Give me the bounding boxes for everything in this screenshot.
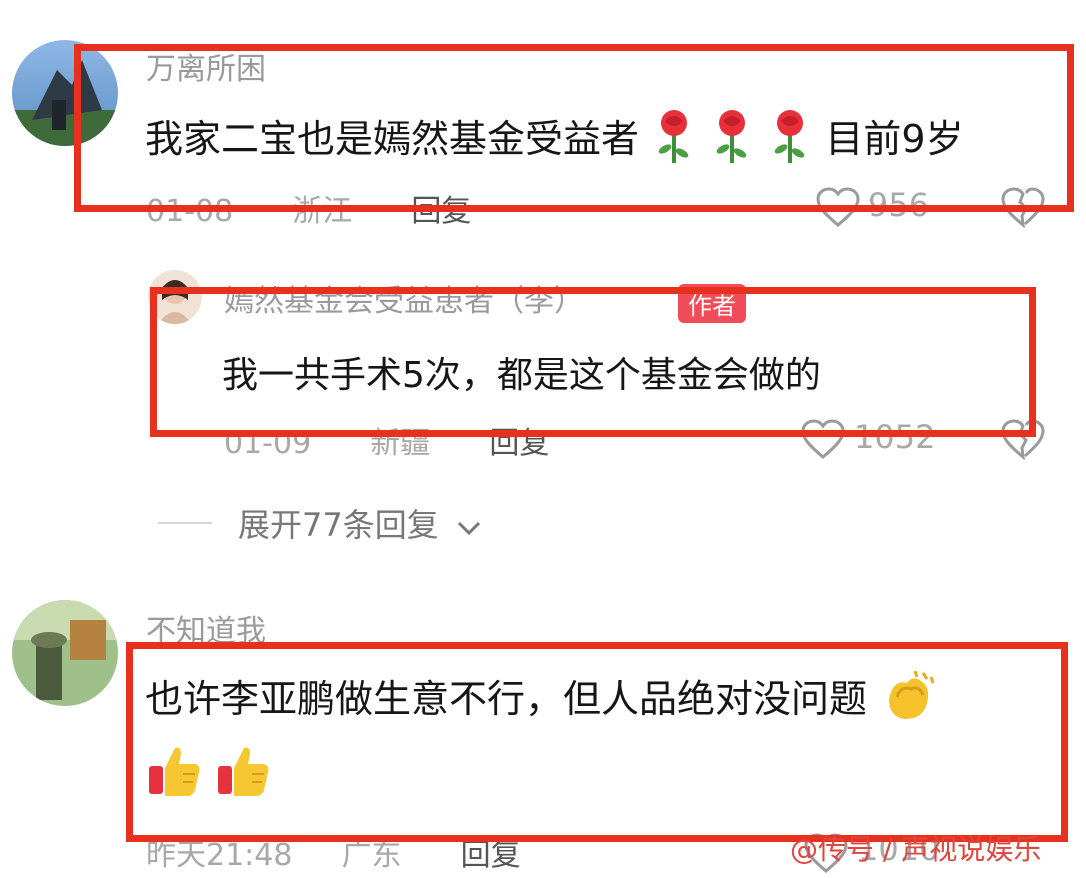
expand-replies-link[interactable]: 展开77条回复 — [238, 500, 483, 546]
expand-replies-label: 展开77条回复 — [238, 506, 439, 544]
highlight-box — [126, 642, 1068, 842]
comment-location: 广东 — [341, 838, 402, 873]
avatar[interactable] — [12, 600, 118, 706]
chevron-down-icon — [455, 508, 483, 546]
divider-line — [158, 522, 212, 524]
highlight-box — [150, 287, 1036, 437]
highlight-box — [74, 44, 1074, 212]
comment-date: 昨天21:48 — [146, 838, 293, 873]
reply-button[interactable]: 回复 — [461, 838, 521, 873]
watermark: @传号 / 声视说娱乐 — [790, 833, 1042, 866]
